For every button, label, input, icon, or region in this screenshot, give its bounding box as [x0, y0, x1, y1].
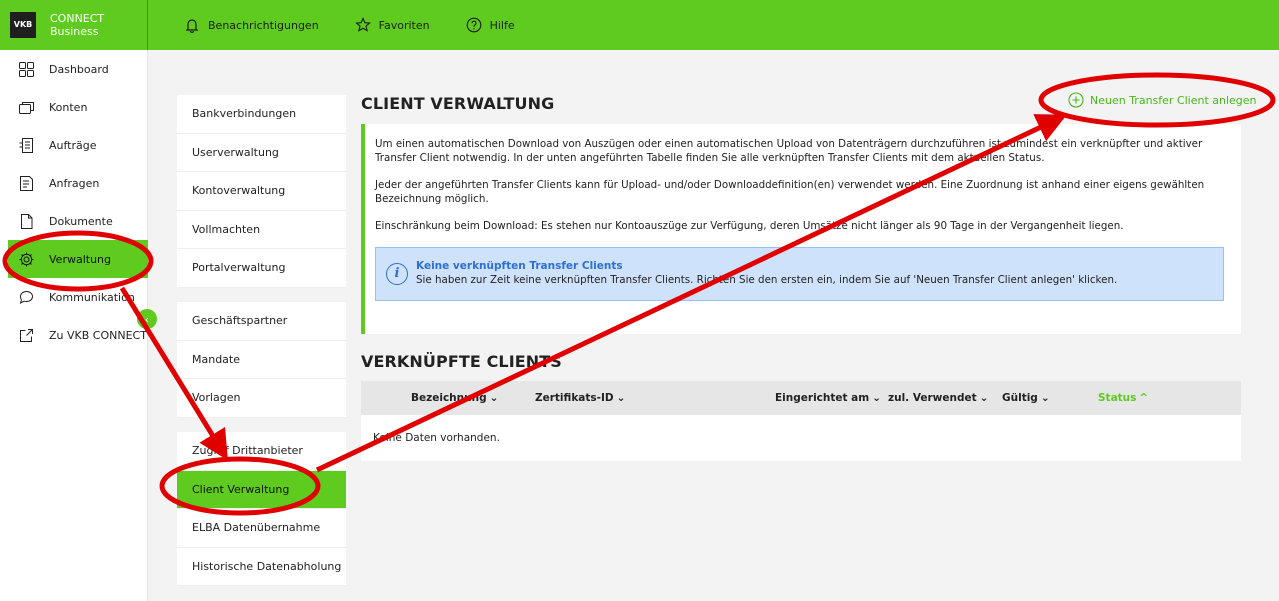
column-label: Bezeichnung — [411, 392, 487, 404]
sidebar-label: Konten — [49, 100, 88, 114]
subnav-item-geschaeftspartner[interactable]: Geschäftspartner — [177, 302, 346, 341]
column-label: zul. Verwendet — [888, 392, 977, 404]
column-bezeichnung[interactable]: Bezeichnung ⌄ — [411, 392, 498, 404]
column-zul-verwendet[interactable]: zul. Verwendet ⌄ — [888, 392, 988, 404]
orders-icon — [19, 137, 33, 153]
notice-text: Sie haben zur Zeit keine verknüpften Tra… — [416, 273, 1118, 286]
sidebar-item-auftraege[interactable]: Aufträge — [0, 126, 147, 164]
clients-section-title: VERKNÜPFTE CLIENTS — [361, 352, 562, 371]
chat-icon — [19, 290, 34, 304]
plus-circle-icon — [1068, 92, 1084, 108]
column-label: Zertifikats-ID — [535, 392, 614, 404]
notifications-link[interactable]: Benachrichtigungen — [184, 17, 319, 33]
subnav-item-kontoverwaltung[interactable]: Kontoverwaltung — [177, 172, 346, 211]
subnav-item-zugriff-drittanbieter[interactable]: Zugriff Drittanbieter — [177, 432, 346, 471]
clients-table: Bezeichnung ⌄ Zertifikats-ID ⌄ Eingerichte… — [361, 381, 1241, 461]
subnav-item-userverwaltung[interactable]: Userverwaltung — [177, 134, 346, 172]
documents-icon — [21, 213, 33, 229]
sort-down-icon: ⌄ — [616, 392, 626, 404]
notice-body: Keine verknüpften Transfer Clients Sie h… — [416, 260, 1117, 287]
notifications-label: Benachrichtigungen — [208, 18, 319, 32]
favorites-link[interactable]: Favoriten — [354, 17, 430, 33]
column-label: Eingerichtet am — [775, 392, 870, 404]
sidebar-label: Dokumente — [49, 214, 113, 228]
column-label: Status — [1098, 392, 1137, 404]
help-label: Hilfe — [489, 18, 515, 32]
no-clients-notice: i Keine verknüpften Transfer Clients Sie… — [375, 246, 1224, 301]
info-paragraph-1: Um einen automatischen Download von Ausz… — [375, 138, 1203, 164]
help-link[interactable]: Hilfe — [466, 17, 515, 33]
subnav-item-vorlagen[interactable]: Vorlagen — [177, 379, 346, 418]
subnav-item-mandate[interactable]: Mandate — [177, 341, 346, 379]
sort-down-icon: ⌄ — [489, 392, 499, 404]
subnav-item-vollmachten[interactable]: Vollmachten — [177, 211, 346, 249]
subnav-item-historische-datenabholung[interactable]: Historische Datenabholung — [177, 548, 346, 586]
brand-name: CONNECT Business — [50, 12, 104, 38]
info-box: Um einen automatischen Download von Ausz… — [361, 124, 1241, 334]
bell-icon — [185, 19, 199, 33]
info-paragraph-2: Jeder der angeführten Transfer Clients k… — [375, 179, 1205, 205]
sidebar-collapse-button[interactable]: ‹ — [137, 309, 157, 329]
subnav-group-2: Geschäftspartner Mandate Vorlagen — [177, 302, 346, 418]
column-eingerichtet-am[interactable]: Eingerichtet am ⌄ — [775, 392, 881, 404]
top-nav: Benachrichtigungen Favoriten Hilfe — [184, 17, 515, 33]
sidebar-label: Dashboard — [49, 62, 109, 76]
brand-line-1: CONNECT — [50, 12, 105, 25]
info-paragraph-3: Einschränkung beim Download: Es stehen n… — [375, 220, 1124, 232]
new-transfer-client-label: Neuen Transfer Client anlegen — [1090, 93, 1257, 107]
top-bar: VKB CONNECT Business Benachrichtigungen … — [0, 0, 1279, 50]
sidebar-label: Anfragen — [49, 176, 100, 190]
column-zertifikats-id[interactable]: Zertifikats-ID ⌄ — [535, 392, 625, 404]
new-transfer-client-button[interactable]: Neuen Transfer Client anlegen — [1068, 92, 1257, 108]
sidebar-label: Kommunikation — [49, 290, 135, 304]
accounts-icon — [19, 101, 34, 114]
sidebar-item-dashboard[interactable]: Dashboard — [0, 50, 147, 88]
sidebar-label: Aufträge — [49, 138, 97, 152]
page-title: CLIENT VERWALTUNG — [361, 94, 555, 113]
vkb-logo: VKB — [10, 12, 36, 38]
favorites-label: Favoriten — [378, 18, 430, 32]
external-link-icon — [20, 328, 33, 342]
sort-down-icon: ⌄ — [1040, 392, 1050, 404]
empty-table-message: Keine Daten vorhanden. — [373, 432, 500, 444]
sidebar-item-verwaltung[interactable]: Verwaltung — [8, 240, 148, 278]
column-label: Gültig — [1002, 392, 1038, 404]
subnav-item-portalverwaltung[interactable]: Portalverwaltung — [177, 249, 346, 288]
sort-up-icon: ^ — [1139, 392, 1149, 404]
brand[interactable]: VKB CONNECT Business — [0, 0, 148, 50]
star-icon — [354, 17, 371, 32]
info-icon: i — [386, 262, 408, 285]
dashboard-icon — [19, 61, 34, 77]
sort-down-icon: ⌄ — [979, 392, 989, 404]
subnav-group-1: Bankverbindungen Userverwaltung Kontover… — [177, 95, 346, 288]
sidebar-item-dokumente[interactable]: Dokumente — [0, 202, 147, 240]
sidebar-item-zu-vkb-connect[interactable]: Zu VKB CONNECT — [0, 316, 147, 354]
subnav-item-elba-datenuebernahme[interactable]: ELBA Datenübernahme — [177, 509, 346, 548]
sidebar-label: Zu VKB CONNECT — [49, 328, 147, 342]
notice-title: Keine verknüpften Transfer Clients — [416, 260, 623, 272]
sidebar-item-konten[interactable]: Konten — [0, 88, 147, 126]
sidebar-label: Verwaltung — [49, 252, 111, 266]
column-status[interactable]: Status ^ — [1098, 392, 1148, 404]
brand-line-2: Business — [50, 25, 99, 38]
subnav-item-bankverbindungen[interactable]: Bankverbindungen — [177, 95, 346, 134]
column-gueltig[interactable]: Gültig ⌄ — [1002, 392, 1050, 404]
sidebar-item-anfragen[interactable]: Anfragen — [0, 164, 147, 202]
sidebar-item-kommunikation[interactable]: Kommunikation — [0, 278, 147, 316]
gear-icon — [19, 252, 34, 266]
subnav-group-3: Zugriff Drittanbieter Client Verwaltung … — [177, 432, 346, 586]
subnav-item-client-verwaltung[interactable]: Client Verwaltung — [177, 470, 346, 509]
sidebar: Dashboard Konten Aufträge Anfragen Dokum… — [0, 50, 148, 601]
help-icon — [466, 17, 481, 33]
sort-down-icon: ⌄ — [872, 392, 882, 404]
requests-icon — [20, 175, 33, 191]
table-header: Bezeichnung ⌄ Zertifikats-ID ⌄ Eingerichte… — [361, 381, 1241, 415]
